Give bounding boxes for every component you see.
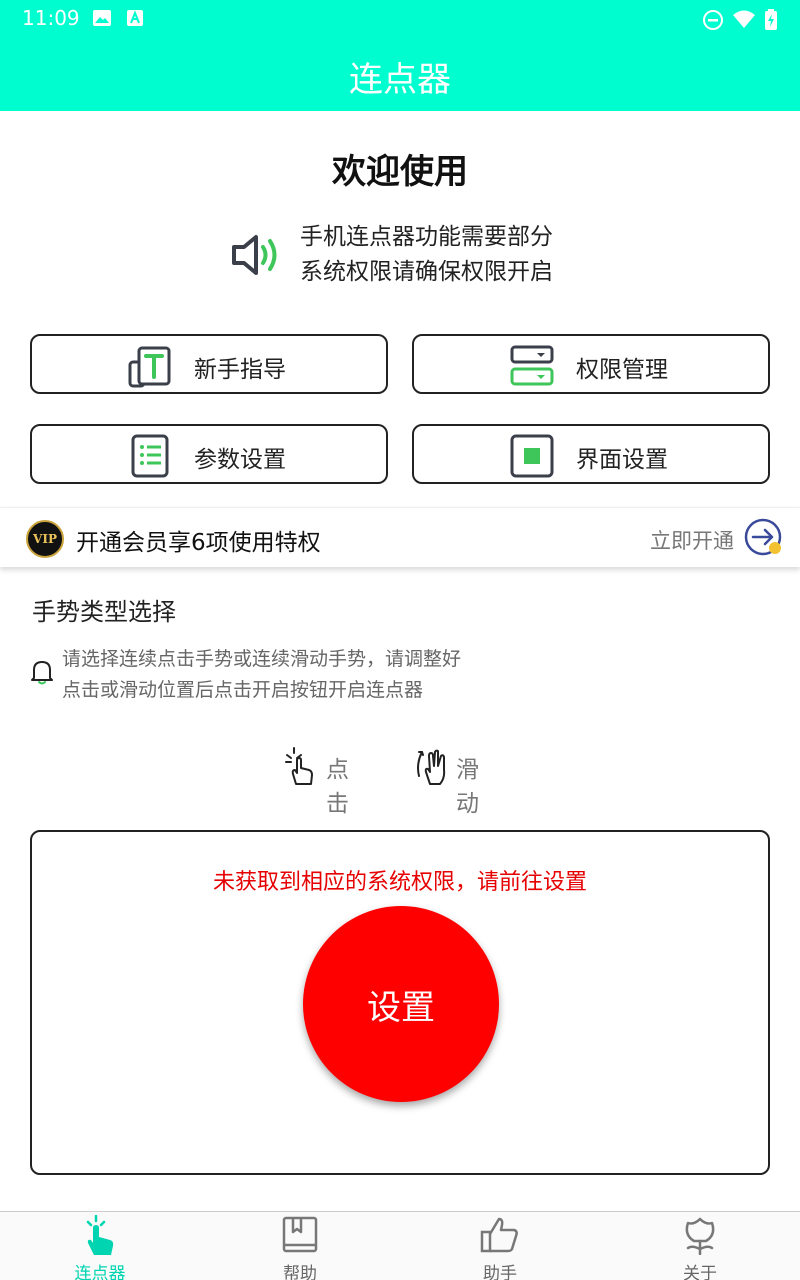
vip-badge-text: VIP bbox=[33, 532, 57, 546]
interface-settings-button[interactable]: 界面设置 bbox=[412, 424, 770, 484]
gesture-section-title: 手势类型选择 bbox=[32, 598, 176, 626]
interface-settings-label: 界面设置 bbox=[576, 447, 668, 473]
nav-item-help[interactable]: 帮助 bbox=[200, 1212, 400, 1280]
welcome-title: 欢迎使用 bbox=[332, 152, 468, 192]
nav-label-clicker: 连点器 bbox=[74, 1264, 126, 1280]
swipe-hand-icon bbox=[417, 749, 446, 785]
text-notification-icon bbox=[127, 10, 143, 26]
intro-line-1: 手机连点器功能需要部分 bbox=[300, 224, 553, 250]
vip-banner[interactable]: VIP 开通会员享6项使用特权 立即开通 bbox=[0, 507, 800, 567]
gesture-tip-line-2: 点击或滑动位置后点击开启按钮开启连点器 bbox=[62, 679, 424, 701]
tap-hand-icon bbox=[86, 1215, 114, 1255]
nav-label-assistant: 助手 bbox=[483, 1264, 517, 1280]
settings-button-label: 设置 bbox=[367, 989, 435, 1027]
bell-icon bbox=[31, 661, 53, 685]
status-bar: 11:09 bbox=[0, 0, 800, 36]
permission-warning: 未获取到相应的系统权限，请前往设置 bbox=[212, 870, 587, 895]
vip-badge-icon: VIP bbox=[26, 520, 64, 558]
flower-icon bbox=[685, 1217, 715, 1255]
gesture-option-tap-label: 点击 bbox=[326, 757, 349, 817]
book-icon bbox=[282, 1216, 318, 1253]
do-not-disturb-icon bbox=[703, 10, 723, 30]
start-panel: 未获取到相应的系统权限，请前往设置 设置 bbox=[30, 830, 770, 1175]
permission-manage-label: 权限管理 bbox=[576, 357, 668, 383]
battery-icon bbox=[765, 9, 777, 30]
intro-line-2: 系统权限请确保权限开启 bbox=[300, 259, 553, 285]
gesture-tip: 请选择连续点击手势或连续滑动手势，请调整好 点击或滑动位置后点击开启按钮开启连点… bbox=[62, 644, 461, 706]
parameter-settings-button[interactable]: 参数设置 bbox=[30, 424, 388, 484]
app-header: 连点器 bbox=[0, 36, 800, 111]
gesture-option-swipe-label: 滑动 bbox=[456, 757, 479, 817]
thumbs-up-icon bbox=[480, 1217, 518, 1253]
nav-label-about: 关于 bbox=[683, 1264, 717, 1280]
parameter-settings-icon bbox=[131, 434, 169, 478]
nav-item-clicker[interactable]: 连点器 bbox=[0, 1212, 200, 1280]
speaker-icon bbox=[232, 235, 277, 275]
beginner-guide-icon bbox=[128, 346, 171, 388]
image-notification-icon bbox=[93, 10, 111, 26]
tap-hand-icon bbox=[285, 747, 313, 785]
wifi-icon bbox=[733, 10, 755, 28]
vip-open-link[interactable]: 立即开通 bbox=[650, 525, 734, 555]
intro-text: 手机连点器功能需要部分 系统权限请确保权限开启 bbox=[300, 220, 553, 290]
parameter-settings-label: 参数设置 bbox=[194, 447, 286, 473]
nav-label-help: 帮助 bbox=[283, 1264, 317, 1280]
nav-item-assistant[interactable]: 助手 bbox=[400, 1212, 600, 1280]
beginner-guide-label: 新手指导 bbox=[194, 357, 286, 383]
arrow-right-circle-icon[interactable] bbox=[744, 518, 784, 558]
status-time: 11:09 bbox=[22, 6, 80, 30]
beginner-guide-button[interactable]: 新手指导 bbox=[30, 334, 388, 394]
permission-manage-icon bbox=[510, 345, 554, 386]
gesture-tip-line-1: 请选择连续点击手势或连续滑动手势，请调整好 bbox=[62, 648, 462, 670]
nav-item-about[interactable]: 关于 bbox=[600, 1212, 800, 1280]
permission-manage-button[interactable]: 权限管理 bbox=[412, 334, 770, 394]
interface-settings-icon bbox=[510, 434, 554, 478]
bottom-nav: 连点器 帮助 助手 关于 bbox=[0, 1211, 800, 1280]
vip-promo-text: 开通会员享6项使用特权 bbox=[76, 530, 321, 556]
settings-button[interactable]: 设置 bbox=[303, 906, 499, 1102]
app-title: 连点器 bbox=[349, 60, 451, 100]
